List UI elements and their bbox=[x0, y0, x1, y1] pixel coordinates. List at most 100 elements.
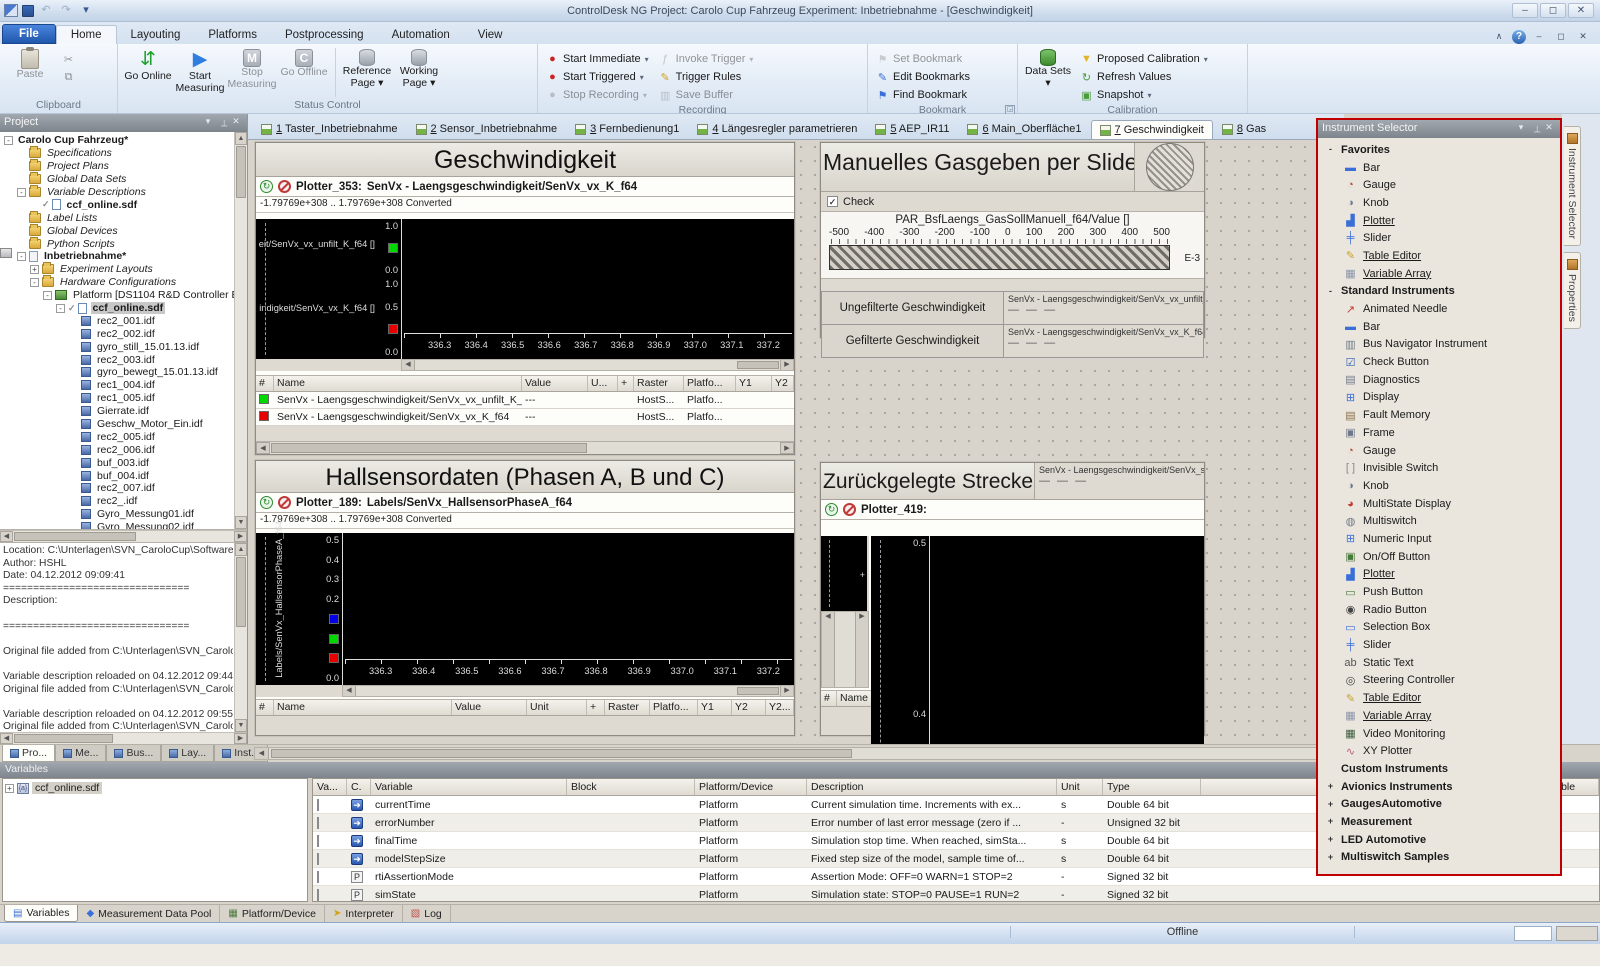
bottom-tab-log[interactable]: ▧Log bbox=[403, 905, 451, 922]
tree-item-gyro-messung02-idf[interactable]: Gyro_Messung02.idf bbox=[0, 521, 234, 530]
slider-instrument[interactable]: PAR_BsfLaengs_GasSollManuell_f64/Value [… bbox=[821, 211, 1204, 279]
instrument-bus-navigator-instrument[interactable]: ▥Bus Navigator Instrument bbox=[1318, 336, 1560, 354]
tree-item-global-data-sets[interactable]: Global Data Sets bbox=[0, 173, 234, 186]
scroll-thumb[interactable] bbox=[236, 146, 246, 198]
instrument-numeric-input[interactable]: ⊞Numeric Input bbox=[1318, 530, 1560, 548]
instrument-table-editor[interactable]: ✎Table Editor bbox=[1318, 247, 1560, 265]
undo-icon[interactable]: ↶ bbox=[38, 3, 54, 18]
instrument-check-button[interactable]: ☑Check Button bbox=[1318, 353, 1560, 371]
save-buffer-button[interactable]: ▥Save Buffer bbox=[655, 86, 758, 104]
tree-item-rec2-idf[interactable]: rec2_.idf bbox=[0, 495, 234, 508]
bottom-tab-measurement-data-pool[interactable]: ◆Measurement Data Pool bbox=[78, 905, 220, 922]
tree-item-geschw-motor-ein-idf[interactable]: Geschw_Motor_Ein.idf bbox=[0, 418, 234, 431]
instrument-knob[interactable]: ◑Knob bbox=[1318, 194, 1560, 212]
checkbox[interactable] bbox=[317, 889, 319, 901]
tree-item-project-plans[interactable]: Project Plans bbox=[0, 160, 234, 173]
mdi-close-button[interactable]: ✕ bbox=[1574, 30, 1592, 44]
scroll-left-icon[interactable]: ◀ bbox=[343, 686, 356, 696]
snapshot-button[interactable]: ▣Snapshot▾ bbox=[1076, 86, 1212, 104]
go-online-button[interactable]: ⇵Go Online bbox=[122, 46, 174, 97]
collapse-icon[interactable]: - bbox=[43, 291, 52, 300]
mdi-minimize-button[interactable]: – bbox=[1530, 30, 1548, 44]
scroll-left-icon[interactable]: ◀ bbox=[822, 612, 835, 687]
panel-menu-icon[interactable]: ▾ bbox=[201, 116, 215, 130]
copy-button[interactable]: ⧉ bbox=[58, 68, 79, 86]
tree-item-platform-ds1104-r-d-controller-b[interactable]: -Platform [DS1104 R&D Controller B bbox=[0, 289, 234, 302]
collapse-icon[interactable]: - bbox=[1326, 287, 1335, 296]
stop-recording-button[interactable]: ●Stop Recording▾ bbox=[542, 86, 653, 104]
checkbox[interactable] bbox=[317, 871, 319, 883]
instrument-variable-array[interactable]: ▦Variable Array bbox=[1318, 707, 1560, 725]
instrument-multiswitch[interactable]: ◍Multiswitch bbox=[1318, 512, 1560, 530]
instrument-group-standard-instruments[interactable]: -Standard Instruments bbox=[1318, 283, 1560, 301]
working-page-button[interactable]: Working Page ▾ bbox=[393, 46, 445, 92]
expand-icon[interactable]: + bbox=[1326, 817, 1335, 826]
proposed-calibration-button[interactable]: ▼Proposed Calibration▾ bbox=[1076, 50, 1212, 68]
instrument-plotter[interactable]: ▟Plotter bbox=[1318, 212, 1560, 230]
collapse-icon[interactable]: - bbox=[4, 136, 13, 145]
mdi-restore-button[interactable]: ◻ bbox=[1552, 30, 1570, 44]
pin-icon[interactable]: ⊣ bbox=[1528, 122, 1542, 136]
instrument-table-editor[interactable]: ✎Table Editor bbox=[1318, 689, 1560, 707]
scroll-left-icon[interactable]: ◀ bbox=[0, 733, 13, 744]
signal-row-senvx-laengsgeschwindigkeit-senvx-vx-unfilt-k-f64[interactable]: SenVx - Laengsgeschwindigkeit/SenVx_vx_u… bbox=[256, 392, 794, 409]
instrument-on-off-button[interactable]: ▣On/Off Button bbox=[1318, 548, 1560, 566]
go-offline-button[interactable]: CGo Offline bbox=[278, 46, 330, 97]
scroll-left-icon[interactable]: ◀ bbox=[402, 360, 415, 370]
instrument-multistate-display[interactable]: ◕MultiState Display bbox=[1318, 495, 1560, 513]
panel-close-icon[interactable]: ✕ bbox=[1542, 122, 1556, 136]
tree-item-specifications[interactable]: Specifications bbox=[0, 147, 234, 160]
no-symbol-icon[interactable] bbox=[278, 496, 291, 509]
plot-canvas[interactable]: 336.3336.4336.5336.6336.7336.8336.9337.0… bbox=[342, 533, 794, 685]
help-icon[interactable]: ? bbox=[1512, 30, 1526, 44]
tree-item-rec2-001-idf[interactable]: rec2_001.idf bbox=[0, 314, 234, 327]
ribbon-tab-postprocessing[interactable]: Postprocessing bbox=[271, 26, 378, 44]
panel-close-icon[interactable]: ✕ bbox=[229, 116, 243, 130]
instrument-steering-controller[interactable]: ◎Steering Controller bbox=[1318, 672, 1560, 690]
start-immediate-button[interactable]: ●Start Immediate▾ bbox=[542, 50, 653, 68]
checkbox[interactable] bbox=[317, 835, 319, 847]
instrument-static-text[interactable]: abStatic Text bbox=[1318, 654, 1560, 672]
plot-canvas[interactable]: 336.4336.6336.8337.0337.2 bbox=[929, 536, 1204, 744]
start-triggered-button[interactable]: ●Start Triggered▾ bbox=[542, 68, 653, 86]
collapse-ribbon-icon[interactable]: ∧ bbox=[1490, 30, 1508, 44]
slider-bar[interactable] bbox=[829, 245, 1170, 270]
ribbon-tab-file[interactable]: File bbox=[2, 24, 56, 44]
tree-item-gierrate-idf[interactable]: Gierrate.idf bbox=[0, 405, 234, 418]
scroll-thumb[interactable] bbox=[14, 532, 136, 541]
tree-item-ccf-online-sdf[interactable]: -✓ccf_online.sdf bbox=[0, 302, 234, 315]
check-button[interactable]: ✓ bbox=[827, 196, 838, 207]
collapse-icon[interactable]: - bbox=[56, 304, 65, 313]
scroll-right-icon[interactable]: ▶ bbox=[855, 612, 868, 687]
info-horizontal-scrollbar[interactable]: ◀ ▶ bbox=[0, 732, 247, 744]
document-tab-2[interactable]: 2 Sensor_Inbetriebnahme bbox=[407, 119, 567, 139]
scroll-right-icon[interactable]: ▶ bbox=[234, 531, 247, 542]
workarea-horizontal-scrollbar[interactable]: ◀ ▶ bbox=[254, 747, 1340, 760]
info-vertical-scrollbar[interactable]: ▲ ▼ bbox=[234, 543, 247, 732]
scroll-right-icon[interactable]: ▶ bbox=[234, 733, 247, 744]
tree-item-carolo-cup-fahrzeug[interactable]: -Carolo Cup Fahrzeug* bbox=[0, 134, 234, 147]
tree-item-rec2-002-idf[interactable]: rec2_002.idf bbox=[0, 327, 234, 340]
instrument-gauge[interactable]: ◔Gauge bbox=[1318, 176, 1560, 194]
instrument-bar[interactable]: ▬Bar bbox=[1318, 318, 1560, 336]
tree-item-ccf-online-sdf[interactable]: + {a} ccf_online.sdf bbox=[5, 781, 305, 795]
instrument-knob[interactable]: ◑Knob bbox=[1318, 477, 1560, 495]
instrument-group-gaugesautomotive[interactable]: +GaugesAutomotive bbox=[1318, 795, 1560, 813]
tree-item-gyro-still-15-01-13-idf[interactable]: gyro_still_15.01.13.idf bbox=[0, 340, 234, 353]
expand-icon[interactable]: + bbox=[1326, 782, 1335, 791]
restore-button[interactable]: ◻ bbox=[1540, 3, 1566, 18]
reference-page-button[interactable]: Reference Page ▾ bbox=[341, 46, 393, 92]
no-symbol-icon[interactable] bbox=[843, 503, 856, 516]
instrument-gauge[interactable]: ◔Gauge bbox=[1318, 442, 1560, 460]
collapse-icon[interactable]: - bbox=[17, 188, 26, 197]
document-tab-3[interactable]: 3 Fernbedienung1 bbox=[566, 119, 688, 139]
tree-item-experiment-layouts[interactable]: +Experiment Layouts bbox=[0, 263, 234, 276]
scroll-thumb[interactable] bbox=[737, 361, 779, 369]
instrument-fault-memory[interactable]: ▤Fault Memory bbox=[1318, 406, 1560, 424]
app-icon[interactable] bbox=[4, 4, 18, 17]
redo-icon[interactable]: ↷ bbox=[58, 3, 74, 18]
qat-customize-icon[interactable]: ▾ bbox=[78, 3, 94, 18]
tree-item-gyro-messung01-idf[interactable]: Gyro_Messung01.idf bbox=[0, 508, 234, 521]
signal-row-senvx-laengsgeschwindigkeit-senvx-vx-k-f64[interactable]: SenVx - Laengsgeschwindigkeit/SenVx_vx_K… bbox=[256, 409, 794, 426]
tree-item-rec2-007-idf[interactable]: rec2_007.idf bbox=[0, 482, 234, 495]
